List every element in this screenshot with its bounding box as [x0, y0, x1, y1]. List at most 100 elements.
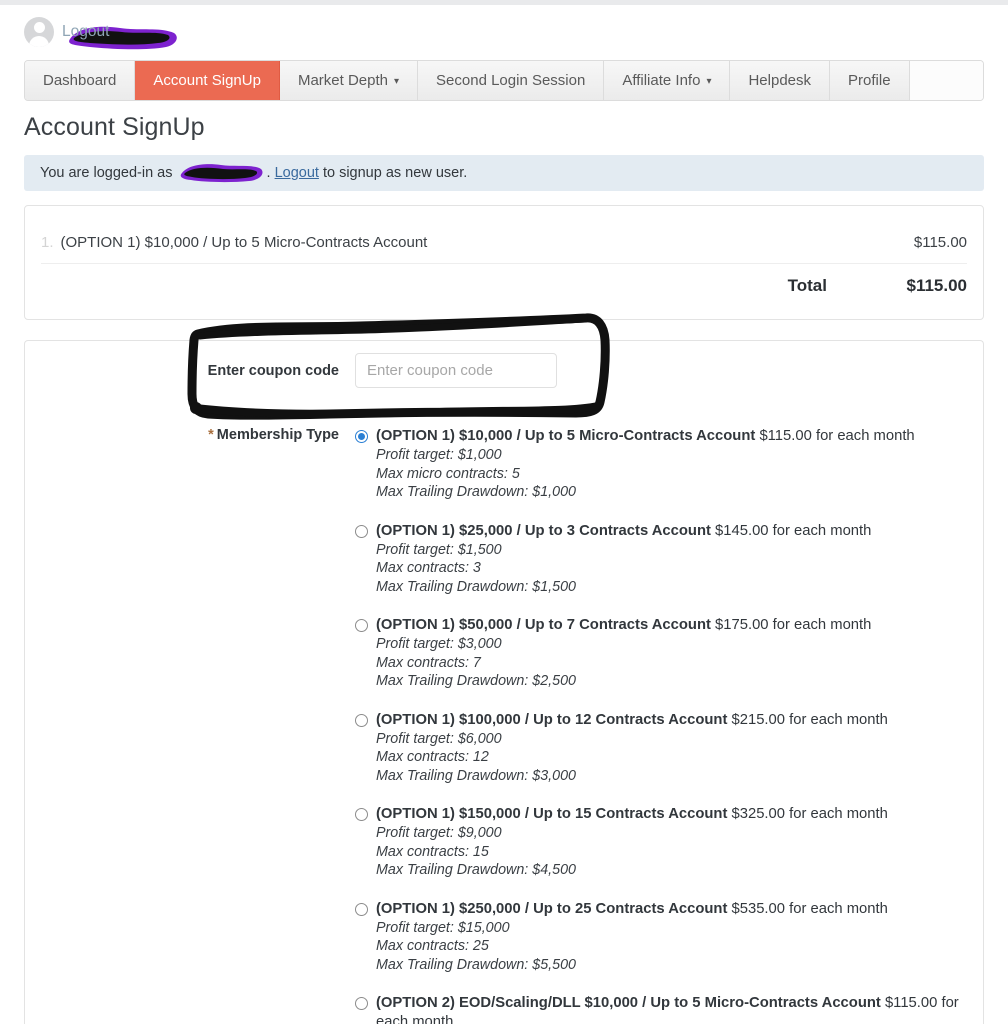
membership-option-period: for each month [789, 711, 888, 728]
nav-tab-label: Market Depth [297, 72, 389, 89]
membership-option-detail: Max Trailing Drawdown: $3,000 [376, 767, 576, 784]
membership-option-header: (OPTION 1) $150,000 / Up to 15 Contracts… [355, 805, 959, 824]
main-nav-tabs: Dashboard Account SignUp Market Depth ▾ Seco… [24, 60, 984, 101]
radio-button[interactable] [355, 808, 368, 821]
alert-separator: . [266, 165, 275, 181]
chevron-down-icon: ▾ [394, 75, 400, 87]
membership-type-label-text: Membership Type [216, 427, 339, 443]
order-line-item: 1. (OPTION 1) $10,000 / Up to 5 Micro-Co… [41, 222, 967, 264]
radio-button[interactable] [355, 524, 368, 538]
order-total-label: Total [787, 276, 827, 295]
membership-option-detail: Max Trailing Drawdown: $5,500 [376, 956, 576, 973]
user-bar: Logout [24, 15, 177, 50]
nav-tab-profile[interactable]: Profile [830, 61, 910, 100]
membership-option-detail: Profit target: $15,000 [376, 919, 510, 936]
page-root: Logout Dashboard Account SignUp Market Dep… [0, 0, 1008, 1024]
membership-option-price: $115.00 [884, 995, 938, 1011]
required-asterisk: * [208, 427, 214, 443]
membership-option[interactable]: (OPTION 1) $25,000 / Up to 3 Contracts A… [355, 522, 959, 597]
membership-type-label: * Membership Type [25, 427, 355, 443]
membership-option-text: (OPTION 1) $25,000 / Up to 3 Contracts A… [376, 522, 871, 541]
nav-tab-label: Helpdesk [748, 72, 812, 89]
membership-option[interactable]: (OPTION 1) $150,000 / Up to 15 Contracts… [355, 805, 959, 880]
order-item-name: (OPTION 1) $10,000 / Up to 5 Micro-Contr… [60, 234, 428, 251]
membership-option-text: (OPTION 1) $50,000 / Up to 7 Contracts A… [376, 616, 871, 635]
nav-tab-filler [909, 61, 983, 100]
membership-option[interactable]: (OPTION 1) $100,000 / Up to 12 Contracts… [355, 711, 959, 786]
avatar [24, 17, 54, 47]
signup-form-card: Enter coupon code *Membership Type (OPTI… [24, 340, 984, 1024]
logout-link-alert[interactable]: Logout [275, 165, 319, 181]
membership-option-detail: Max micro contracts: 5 [376, 465, 520, 482]
nav-tab-label: Affiliate Info [622, 72, 701, 89]
coupon-code-label: Enter coupon code [207, 362, 339, 379]
membership-option[interactable]: (OPTION 1) $10,000 / Up to 5 Micro-Contr… [355, 427, 959, 502]
membership-options-list: (OPTION 1) $10,000 / Up to 5 Micro-Contr… [355, 427, 983, 1024]
radio-button[interactable] [355, 713, 368, 727]
membership-option[interactable]: (OPTION 1) $50,000 / Up to 7 Contracts A… [355, 616, 959, 691]
membership-option-title: (OPTION 1) $10,000 / Up to 5 Micro-Contr… [376, 428, 756, 444]
nav-tab-label: Second Login Session [436, 72, 586, 89]
membership-option-price: $115.00 [759, 428, 812, 444]
membership-option-period: for each month [789, 900, 888, 917]
nav-tab-market-depth[interactable]: Market Depth ▾ [279, 61, 419, 100]
membership-option-period: for each month [772, 617, 872, 633]
membership-option-title: (OPTION 2) EOD/Scaling/DLL $10,000 / Up … [376, 995, 881, 1011]
nav-tab-label: Dashboard [43, 72, 117, 89]
order-item-price: $115.00 [913, 234, 967, 251]
membership-option-title: (OPTION 1) $150,000 / Up to 15 Contracts… [376, 806, 728, 822]
membership-option-header: (OPTION 1) $25,000 / Up to 3 Contracts A… [355, 522, 959, 541]
coupon-code-input[interactable] [355, 353, 557, 388]
order-item-index: 1. [41, 234, 54, 251]
membership-option-text: (OPTION 1) $100,000 / Up to 12 Contracts… [376, 711, 888, 730]
membership-option-period: for each month [772, 522, 872, 539]
membership-option[interactable]: (OPTION 2) EOD/Scaling/DLL $10,000 / Up … [355, 994, 959, 1024]
order-total-value: $115.00 [906, 276, 967, 295]
membership-option-period: for each month [815, 428, 915, 444]
membership-option-header: (OPTION 1) $50,000 / Up to 7 Contracts A… [355, 616, 959, 635]
membership-option[interactable]: (OPTION 1) $250,000 / Up to 25 Contracts… [355, 900, 959, 975]
membership-option-detail: Max Trailing Drawdown: $1,000 [376, 484, 576, 500]
logout-link-top[interactable]: Logout [62, 23, 109, 41]
membership-option-period: for each month [789, 806, 888, 822]
radio-button[interactable] [355, 902, 368, 916]
membership-option-price: $175.00 [715, 617, 769, 633]
membership-option-detail: Max contracts: 15 [376, 843, 489, 860]
nav-tab-account-signup[interactable]: Account SignUp [135, 61, 280, 100]
membership-option-detail: Max contracts: 25 [376, 938, 489, 954]
radio-button[interactable] [355, 997, 368, 1010]
radio-button-selected[interactable] [355, 430, 368, 443]
membership-option-price: $145.00 [715, 522, 769, 539]
membership-option-detail: Max Trailing Drawdown: $2,500 [376, 673, 576, 689]
coupon-code-row: Enter coupon code [25, 353, 983, 388]
radio-button[interactable] [355, 619, 368, 632]
membership-option-text: (OPTION 1) $250,000 / Up to 25 Contracts… [376, 900, 888, 919]
membership-option-detail: Profit target: $1,000 [376, 447, 502, 463]
membership-option-detail: Max contracts: 3 [376, 560, 481, 576]
logged-in-alert: You are logged-in as . Logout to signup … [24, 155, 984, 191]
membership-option-header: (OPTION 1) $250,000 / Up to 25 Contracts… [355, 900, 959, 919]
alert-username-redaction [179, 162, 265, 184]
membership-option-detail: Max Trailing Drawdown: $1,500 [376, 578, 576, 595]
membership-option-detail: Max contracts: 12 [376, 749, 489, 765]
nav-tab-dashboard[interactable]: Dashboard [25, 61, 136, 100]
nav-tab-affiliate-info[interactable]: Affiliate Info ▾ [604, 61, 731, 100]
alert-prefix: You are logged-in as [40, 165, 177, 181]
nav-tab-helpdesk[interactable]: Helpdesk [730, 61, 831, 100]
chevron-down-icon: ▾ [706, 75, 712, 87]
membership-option-title: (OPTION 1) $100,000 / Up to 12 Contracts… [376, 711, 728, 728]
membership-option-detail: Profit target: $6,000 [376, 730, 502, 747]
membership-option-title: (OPTION 1) $50,000 / Up to 7 Contracts A… [376, 617, 711, 633]
membership-option-title: (OPTION 1) $250,000 / Up to 25 Contracts… [376, 900, 728, 917]
membership-option-detail: Profit target: $1,500 [376, 541, 502, 558]
nav-tab-label: Account SignUp [153, 72, 261, 89]
order-summary-card: 1. (OPTION 1) $10,000 / Up to 5 Micro-Co… [24, 205, 984, 320]
membership-option-price: $535.00 [731, 900, 786, 917]
membership-option-title: (OPTION 1) $25,000 / Up to 3 Contracts A… [376, 522, 711, 539]
membership-option-text: (OPTION 1) $150,000 / Up to 15 Contracts… [376, 805, 888, 824]
nav-tab-second-login-session[interactable]: Second Login Session [418, 61, 605, 100]
nav-tab-label: Profile [848, 72, 891, 89]
page-title: Account SignUp [24, 113, 205, 141]
alert-suffix: to signup as new user. [318, 165, 468, 181]
membership-option-header: (OPTION 2) EOD/Scaling/DLL $10,000 / Up … [355, 994, 959, 1024]
